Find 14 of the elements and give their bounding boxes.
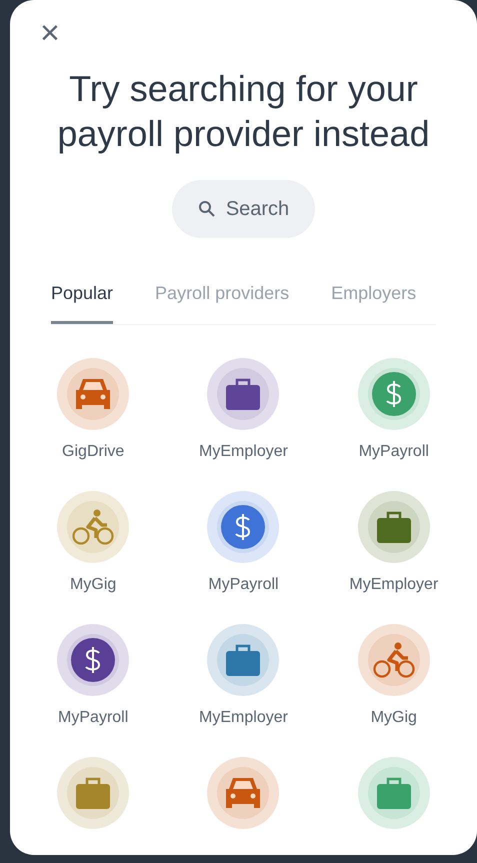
provider-item[interactable]: MyEmployer bbox=[168, 624, 319, 730]
search-icon bbox=[198, 200, 216, 218]
provider-item[interactable]: MyGig bbox=[318, 624, 469, 730]
provider-item[interactable]: MyPayroll bbox=[18, 624, 168, 730]
close-button[interactable]: × bbox=[40, 20, 60, 46]
tab[interactable]: Popular bbox=[51, 280, 114, 324]
provider-item[interactable]: MyPayroll bbox=[318, 358, 469, 464]
search-button[interactable]: Search bbox=[172, 180, 316, 238]
title: Try searching for your payroll provider instead bbox=[56, 67, 431, 156]
provider-item[interactable]: MyGig bbox=[18, 491, 168, 597]
provider-item[interactable]: MyEmployer bbox=[318, 491, 469, 597]
provider-item[interactable]: GigDrive bbox=[18, 358, 168, 464]
provider-item[interactable]: MyEmployer bbox=[168, 358, 319, 464]
provider-item[interactable]: MyPayroll bbox=[168, 491, 319, 597]
